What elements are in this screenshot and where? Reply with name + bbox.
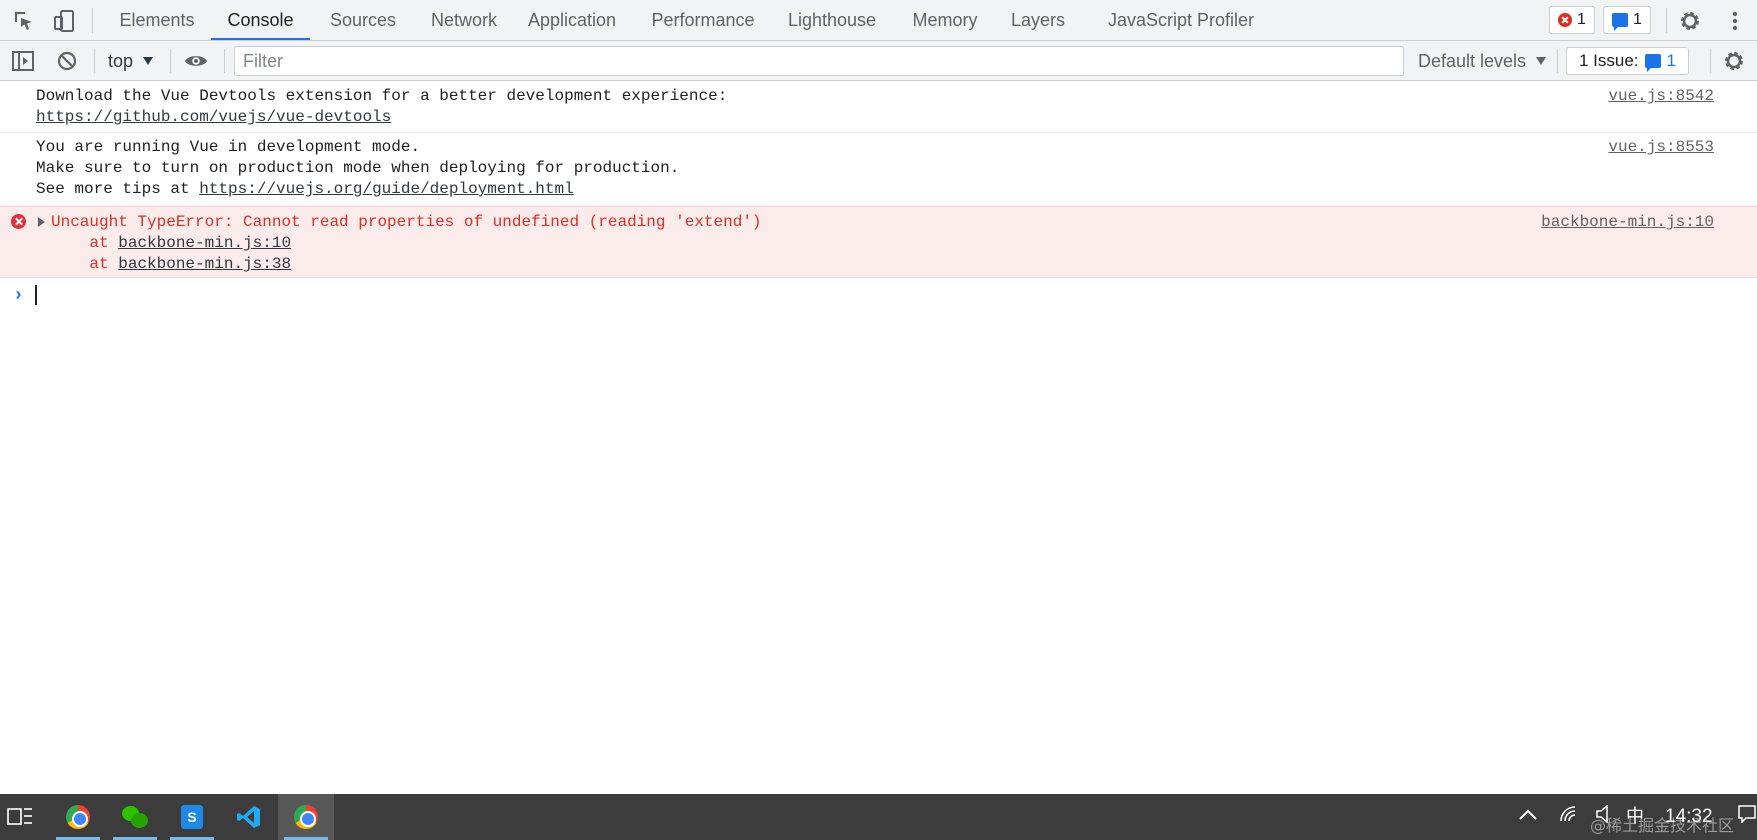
error-body: Uncaught TypeError: Cannot read properti… bbox=[51, 212, 762, 275]
tab-layers[interactable]: Layers bbox=[1006, 0, 1070, 40]
error-source-link[interactable]: backbone-min.js:10 bbox=[1541, 212, 1714, 233]
toolbar-divider bbox=[1557, 49, 1558, 73]
console-output: Download the Vue Devtools extension for … bbox=[0, 82, 1757, 794]
message-body: Download the Vue Devtools extension for … bbox=[36, 86, 727, 128]
tab-memory[interactable]: Memory bbox=[904, 0, 986, 40]
toolbar-divider bbox=[94, 49, 95, 73]
watermark: @稀土掘金技术社区 bbox=[1590, 816, 1735, 835]
message-count-badge[interactable]: 1 bbox=[1603, 6, 1651, 34]
network-wifi-icon[interactable] bbox=[1559, 794, 1581, 840]
tab-application[interactable]: Application bbox=[520, 0, 624, 40]
stack-frame-link[interactable]: backbone-min.js:38 bbox=[118, 255, 291, 273]
filter-input[interactable] bbox=[234, 46, 1404, 76]
stack-frame: at backbone-min.js:10 bbox=[51, 234, 292, 252]
windows-taskbar: S 中 14:32 bbox=[0, 794, 1757, 840]
devtools-tab-bar: Elements Console Sources Network Applica… bbox=[0, 0, 1757, 41]
toolbar-divider bbox=[1666, 8, 1667, 33]
more-options-icon[interactable] bbox=[1723, 9, 1747, 33]
chrome-app-icon[interactable] bbox=[50, 794, 106, 840]
message-icon bbox=[1612, 13, 1628, 31]
notes-app-icon[interactable]: S bbox=[164, 794, 220, 840]
tab-javascript-profiler[interactable]: JavaScript Profiler bbox=[1106, 0, 1256, 40]
console-error-message: Uncaught TypeError: Cannot read properti… bbox=[0, 206, 1757, 278]
toolbar-divider bbox=[92, 8, 93, 33]
chrome-app-icon-active[interactable] bbox=[278, 794, 334, 840]
text-cursor bbox=[35, 285, 37, 305]
console-settings-gear-icon[interactable] bbox=[1722, 49, 1746, 73]
console-toolbar: top Default levels 1 Issue: 1 bbox=[0, 41, 1757, 81]
toolbar-divider bbox=[224, 49, 225, 73]
vscode-app-icon[interactable] bbox=[221, 794, 277, 840]
tab-network[interactable]: Network bbox=[416, 0, 512, 40]
message-line: Make sure to turn on production mode whe… bbox=[36, 159, 680, 177]
message-link[interactable]: https://vuejs.org/guide/deployment.html bbox=[199, 180, 573, 198]
message-source-link[interactable]: vue.js:8542 bbox=[1608, 86, 1714, 107]
expand-triangle-icon[interactable] bbox=[38, 217, 45, 227]
chevron-down-icon bbox=[143, 57, 154, 65]
stack-frame: at backbone-min.js:38 bbox=[51, 255, 292, 273]
error-text: Uncaught TypeError: Cannot read properti… bbox=[51, 213, 762, 231]
live-expression-eye-icon[interactable] bbox=[184, 49, 208, 73]
message-line: See more tips at bbox=[36, 180, 200, 198]
console-message: Download the Vue Devtools extension for … bbox=[0, 82, 1757, 133]
error-icon bbox=[1558, 13, 1572, 27]
error-icon bbox=[11, 214, 26, 229]
tab-sources[interactable]: Sources bbox=[318, 0, 408, 40]
tab-elements[interactable]: Elements bbox=[108, 0, 206, 40]
issues-count: 1 bbox=[1666, 51, 1677, 70]
inspect-element-icon[interactable] bbox=[12, 9, 36, 33]
toolbar-divider bbox=[170, 49, 171, 73]
message-line: Download the Vue Devtools extension for … bbox=[36, 87, 728, 105]
tab-performance[interactable]: Performance bbox=[646, 0, 760, 40]
chevron-down-icon bbox=[1536, 57, 1547, 65]
settings-gear-icon[interactable] bbox=[1678, 9, 1702, 33]
toolbar-divider bbox=[1710, 49, 1711, 73]
notification-center-icon[interactable] bbox=[1738, 794, 1756, 840]
issues-label: 1 Issue: bbox=[1579, 51, 1639, 70]
message-count: 1 bbox=[1633, 11, 1642, 28]
context-value: top bbox=[108, 51, 134, 71]
message-source-link[interactable]: vue.js:8553 bbox=[1608, 137, 1714, 158]
show-hidden-icons-chevron-icon[interactable] bbox=[1518, 794, 1538, 840]
tab-lighthouse[interactable]: Lighthouse bbox=[780, 0, 884, 40]
prompt-chevron-icon: › bbox=[13, 286, 24, 306]
error-count: 1 bbox=[1577, 11, 1586, 28]
log-levels-dropdown[interactable]: Default levels bbox=[1418, 41, 1547, 81]
console-message: You are running Vue in development mode.… bbox=[0, 133, 1757, 206]
wechat-app-icon[interactable] bbox=[107, 794, 163, 840]
stack-frame-link[interactable]: backbone-min.js:10 bbox=[118, 234, 291, 252]
clear-console-icon[interactable] bbox=[55, 49, 79, 73]
task-view-icon[interactable] bbox=[0, 794, 40, 840]
issues-button[interactable]: 1 Issue: 1 bbox=[1566, 47, 1690, 75]
console-prompt[interactable]: › bbox=[13, 282, 1753, 308]
sidebar-toggle-icon[interactable] bbox=[11, 49, 35, 73]
device-toolbar-icon[interactable] bbox=[52, 9, 76, 33]
active-tab-indicator bbox=[211, 38, 310, 40]
issue-icon bbox=[1644, 54, 1661, 72]
message-body: You are running Vue in development mode.… bbox=[36, 137, 679, 200]
context-selector[interactable]: top bbox=[108, 41, 154, 81]
error-count-badge[interactable]: 1 bbox=[1549, 6, 1595, 34]
message-link[interactable]: https://github.com/vuejs/vue-devtools bbox=[36, 108, 391, 126]
log-levels-label: Default levels bbox=[1418, 51, 1527, 71]
message-line: You are running Vue in development mode. bbox=[36, 138, 421, 156]
tab-console[interactable]: Console bbox=[211, 0, 310, 40]
